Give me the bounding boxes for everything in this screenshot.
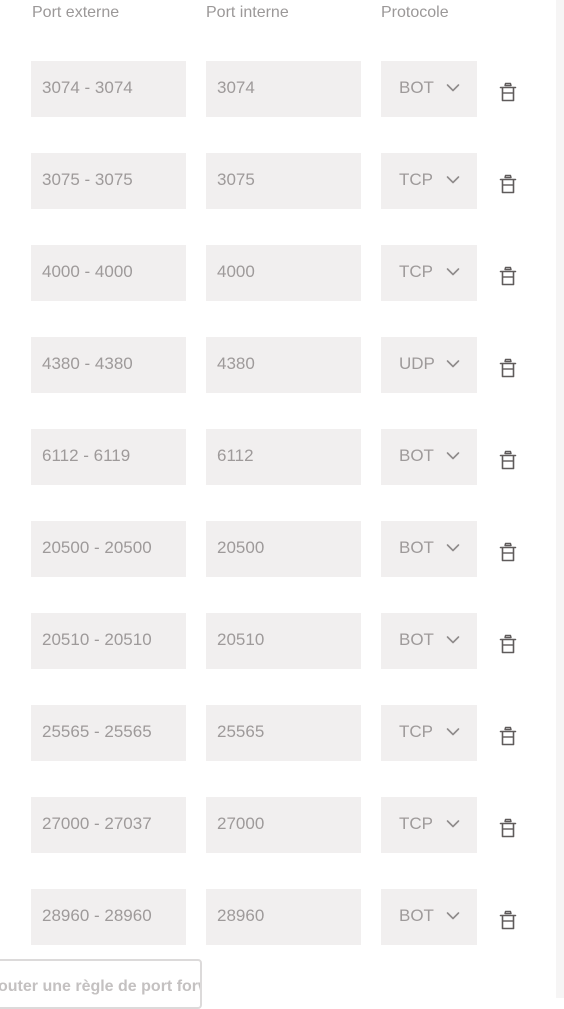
add-rule-button[interactable]: Ajouter une règle de port forwarding	[0, 959, 202, 1009]
chevron-down-icon	[446, 84, 460, 92]
protocol-select[interactable]: BOTH	[381, 613, 477, 669]
protocol-value: UDP	[399, 354, 434, 373]
column-headers: Port externe Port interne Protocole	[0, 4, 556, 28]
external-port-range-input[interactable]: 20500 - 20500	[31, 521, 186, 577]
external-port-range-input[interactable]: 6112 - 6119	[31, 429, 186, 485]
internal-port-input[interactable]: 4380	[206, 337, 361, 393]
protocol-select[interactable]: BOTH	[381, 521, 477, 577]
chevron-down-icon	[446, 728, 460, 736]
protocol-value: BOTH	[399, 446, 434, 465]
header-external-port: Port externe	[32, 4, 120, 21]
protocol-value: TCP	[399, 814, 433, 833]
rule-row: 4000 - 4000 4000 TCP	[0, 245, 556, 301]
rule-row: 4380 - 4380 4380 UDP	[0, 337, 556, 393]
rule-row: 20500 - 20500 20500 BOTH	[0, 521, 556, 577]
protocol-value: BOTH	[399, 538, 434, 557]
internal-port-input[interactable]: 4000	[206, 245, 361, 301]
chevron-down-icon	[446, 636, 460, 644]
chevron-down-icon	[446, 268, 460, 276]
trash-icon[interactable]	[498, 541, 518, 563]
external-port-range-input[interactable]: 20510 - 20510	[31, 613, 186, 669]
trash-icon[interactable]	[498, 725, 518, 747]
internal-port-input[interactable]: 6112	[206, 429, 361, 485]
chevron-down-icon	[446, 452, 460, 460]
header-internal-port: Port interne	[206, 4, 289, 21]
chevron-down-icon	[446, 820, 460, 828]
trash-icon[interactable]	[498, 357, 518, 379]
trash-icon[interactable]	[498, 633, 518, 655]
protocol-value: BOTH	[399, 630, 434, 649]
internal-port-input[interactable]: 25565	[206, 705, 361, 761]
trash-icon[interactable]	[498, 81, 518, 103]
trash-icon[interactable]	[498, 909, 518, 931]
internal-port-input[interactable]: 3075	[206, 153, 361, 209]
internal-port-input[interactable]: 20500	[206, 521, 361, 577]
protocol-select[interactable]: BOTH	[381, 429, 477, 485]
rule-row: 27000 - 27037 27000 TCP	[0, 797, 556, 853]
external-port-range-input[interactable]: 4000 - 4000	[31, 245, 186, 301]
trash-icon[interactable]	[498, 817, 518, 839]
scrollbar-track[interactable]	[556, 0, 564, 998]
internal-port-input[interactable]: 27000	[206, 797, 361, 853]
external-port-range-input[interactable]: 3074 - 3074	[31, 61, 186, 117]
trash-icon[interactable]	[498, 449, 518, 471]
protocol-value: BOTH	[399, 906, 434, 925]
protocol-select[interactable]: TCP	[381, 153, 477, 209]
port-forwarding-panel: Port externe Port interne Protocole 3074…	[0, 0, 556, 1009]
protocol-select[interactable]: BOTH	[381, 889, 477, 945]
chevron-down-icon	[446, 544, 460, 552]
chevron-down-icon	[446, 176, 460, 184]
chevron-down-icon	[446, 912, 460, 920]
protocol-select[interactable]: UDP	[381, 337, 477, 393]
trash-icon[interactable]	[498, 173, 518, 195]
protocol-select[interactable]: TCP	[381, 705, 477, 761]
internal-port-input[interactable]: 20510	[206, 613, 361, 669]
trash-icon[interactable]	[498, 265, 518, 287]
internal-port-input[interactable]: 3074	[206, 61, 361, 117]
internal-port-input[interactable]: 28960	[206, 889, 361, 945]
chevron-down-icon	[446, 360, 460, 368]
rule-row: 20510 - 20510 20510 BOTH	[0, 613, 556, 669]
rule-row: 6112 - 6119 6112 BOTH	[0, 429, 556, 485]
protocol-value: TCP	[399, 170, 433, 189]
header-protocol: Protocole	[381, 4, 449, 21]
rule-row: 3074 - 3074 3074 BOTH	[0, 61, 556, 117]
protocol-value: TCP	[399, 722, 433, 741]
protocol-select[interactable]: TCP	[381, 797, 477, 853]
rule-row: 3075 - 3075 3075 TCP	[0, 153, 556, 209]
external-port-range-input[interactable]: 3075 - 3075	[31, 153, 186, 209]
protocol-value: BOTH	[399, 78, 434, 97]
rules-list: 3074 - 3074 3074 BOTH 3075 - 3075 3075 T…	[0, 61, 556, 981]
external-port-range-input[interactable]: 4380 - 4380	[31, 337, 186, 393]
rule-row: 28960 - 28960 28960 BOTH	[0, 889, 556, 945]
external-port-range-input[interactable]: 28960 - 28960	[31, 889, 186, 945]
protocol-value: TCP	[399, 262, 433, 281]
protocol-select[interactable]: TCP	[381, 245, 477, 301]
external-port-range-input[interactable]: 25565 - 25565	[31, 705, 186, 761]
rule-row: 25565 - 25565 25565 TCP	[0, 705, 556, 761]
external-port-range-input[interactable]: 27000 - 27037	[31, 797, 186, 853]
protocol-select[interactable]: BOTH	[381, 61, 477, 117]
